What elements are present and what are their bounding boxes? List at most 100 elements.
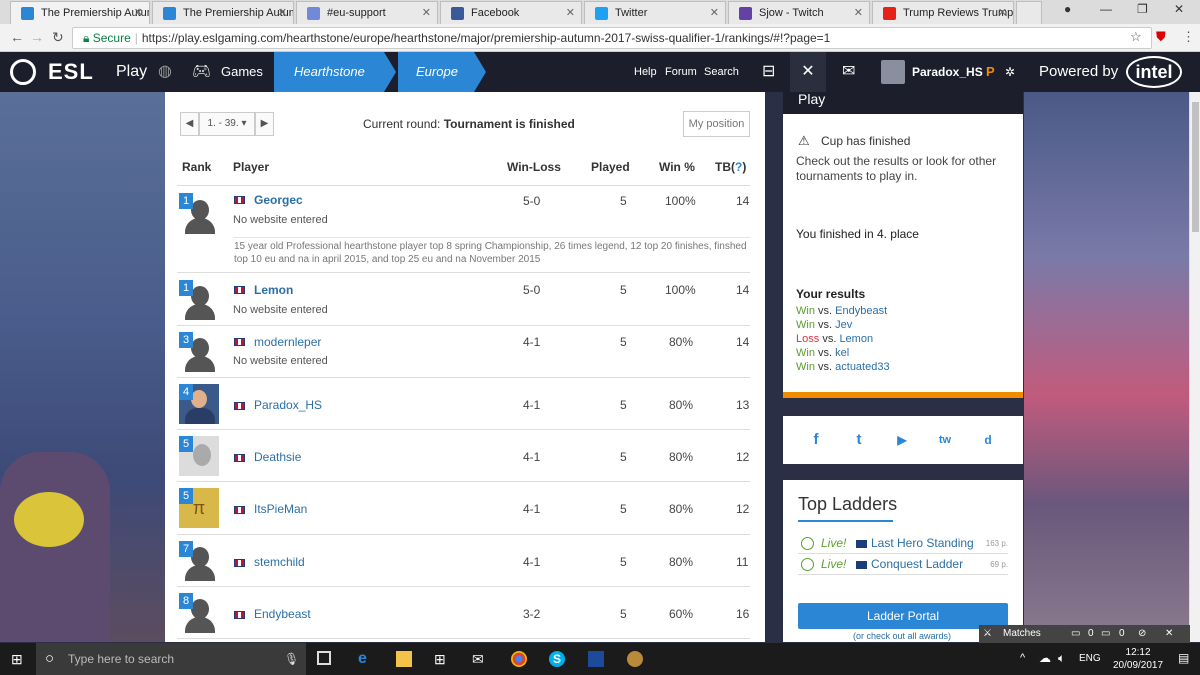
- menu-icon[interactable]: ⋮: [1182, 29, 1195, 45]
- username[interactable]: Paradox_HS: [912, 52, 983, 92]
- ladder-name-link[interactable]: Last Hero Standing: [871, 536, 974, 550]
- file-explorer-icon[interactable]: [396, 651, 412, 667]
- profile-icon[interactable]: ●: [1064, 2, 1071, 16]
- youtube-icon[interactable]: ▶: [893, 431, 911, 449]
- clock[interactable]: 12:12 20/09/2017: [1113, 646, 1163, 672]
- maximize-icon[interactable]: ❐: [1137, 2, 1148, 16]
- edge-icon[interactable]: e: [358, 651, 374, 667]
- microphone-icon[interactable]: 🎙︎: [284, 643, 299, 675]
- search-link[interactable]: Search: [704, 52, 739, 92]
- player-name-link[interactable]: stemchild: [254, 555, 305, 569]
- browser-tab[interactable]: Twitter ✕: [584, 1, 726, 24]
- browser-tab[interactable]: Facebook ✕: [440, 1, 582, 24]
- my-position-button[interactable]: My position: [683, 111, 750, 137]
- close-tab-icon[interactable]: ✕: [854, 2, 863, 24]
- matches-label[interactable]: Matches: [1003, 625, 1041, 643]
- url-field[interactable]: 🔒︎ Secure | https://play.eslgaming.com/hea…: [72, 27, 1152, 49]
- all-awards-link[interactable]: (or check out all awards): [853, 631, 951, 641]
- close-tab-icon[interactable]: ✕: [422, 2, 431, 24]
- player-name-link[interactable]: Georgec: [254, 193, 303, 207]
- browser-tab[interactable]: The Premiership Autum ✕: [10, 1, 150, 24]
- esl-logo-text[interactable]: ESL: [48, 52, 94, 92]
- browser-tab[interactable]: The Premiership Autum ✕: [152, 1, 294, 24]
- ladder-portal-button[interactable]: Ladder Portal: [798, 603, 1008, 629]
- chat-icon[interactable]: ▭: [1071, 625, 1080, 643]
- action-center-icon[interactable]: ▤: [1178, 651, 1189, 665]
- settings-gear-icon[interactable]: ✲: [1005, 52, 1015, 92]
- result-item: Win vs. actuated33: [796, 360, 890, 374]
- task-view-icon[interactable]: [317, 651, 331, 665]
- facebook-icon[interactable]: f: [807, 431, 825, 449]
- chevron-up-icon[interactable]: ^: [1020, 652, 1025, 664]
- chrome-icon[interactable]: [511, 651, 527, 667]
- opponent-link[interactable]: actuated33: [835, 361, 889, 373]
- help-link[interactable]: Help: [634, 52, 657, 92]
- opponent-link[interactable]: Endybeast: [835, 305, 887, 317]
- esl-favicon-icon: [163, 7, 176, 20]
- onedrive-icon[interactable]: ☁: [1039, 651, 1051, 665]
- scroll-thumb[interactable]: [1192, 102, 1199, 232]
- taskbar-search-box[interactable]: ○ Type here to search 🎙︎: [36, 643, 306, 675]
- mail-icon[interactable]: ✉: [472, 651, 488, 667]
- pager-prev-button[interactable]: ◀: [180, 112, 199, 136]
- mute-icon[interactable]: ⊘: [1138, 625, 1146, 643]
- browser-tab[interactable]: Sjow - Twitch ✕: [728, 1, 870, 24]
- minimize-icon[interactable]: —: [1100, 2, 1112, 16]
- bracket-icon[interactable]: ⊟: [762, 52, 775, 92]
- language-indicator[interactable]: ENG: [1079, 653, 1101, 664]
- player-name-link[interactable]: Paradox_HS: [254, 398, 322, 412]
- close-tab-icon[interactable]: ✕: [278, 2, 287, 24]
- breadcrumb-hearthstone[interactable]: Hearthstone: [274, 52, 384, 92]
- swords-icon[interactable]: ✕: [790, 52, 826, 92]
- games-link[interactable]: Games: [221, 52, 263, 92]
- player-name-link[interactable]: Deathsie: [254, 450, 301, 464]
- play-label[interactable]: Play: [116, 52, 147, 92]
- opponent-link[interactable]: Jev: [835, 319, 852, 331]
- player-name-link[interactable]: modernleper: [254, 335, 321, 349]
- ladder-row[interactable]: Live! Conquest Ladder 69 p.: [798, 555, 1008, 575]
- app-icon[interactable]: [588, 651, 604, 667]
- extension-icon[interactable]: ⛊: [1156, 29, 1166, 45]
- globe-icon[interactable]: ◍: [158, 52, 172, 92]
- skype-icon[interactable]: S: [549, 651, 565, 667]
- close-widget-icon[interactable]: ✕: [1165, 625, 1173, 643]
- browser-tab[interactable]: #eu-support ✕: [296, 1, 438, 24]
- notification-icon[interactable]: ▭: [1101, 625, 1110, 643]
- forward-icon[interactable]: →: [30, 29, 44, 45]
- close-window-icon[interactable]: ✕: [1174, 2, 1184, 16]
- store-icon[interactable]: ⊞: [434, 651, 450, 667]
- close-tab-icon[interactable]: ✕: [566, 2, 575, 24]
- mail-icon[interactable]: ✉: [842, 52, 855, 92]
- close-tab-icon[interactable]: ✕: [134, 2, 143, 24]
- user-avatar[interactable]: [881, 60, 905, 84]
- opponent-link[interactable]: kel: [835, 347, 849, 359]
- new-tab-button[interactable]: [1016, 1, 1042, 24]
- opponent-link[interactable]: Lemon: [839, 333, 873, 345]
- close-tab-icon[interactable]: ✕: [998, 2, 1007, 24]
- volume-icon[interactable]: 🔈︎: [1058, 651, 1065, 666]
- pager-next-button[interactable]: ▶: [255, 112, 274, 136]
- ladder-name-link[interactable]: Conquest Ladder: [871, 557, 963, 571]
- player-name-link[interactable]: Lemon: [254, 283, 293, 297]
- close-tab-icon[interactable]: ✕: [710, 2, 719, 24]
- twitch-icon[interactable]: tw: [936, 431, 954, 449]
- breadcrumb-europe[interactable]: Europe: [398, 52, 474, 92]
- forum-link[interactable]: Forum: [665, 52, 697, 92]
- win-loss-value: 3-2: [523, 607, 541, 621]
- player-name-link[interactable]: ItsPieMan: [254, 502, 307, 516]
- windows-start-icon[interactable]: ⊞: [11, 651, 23, 668]
- esl-logo-icon[interactable]: [10, 52, 40, 92]
- browser-tab[interactable]: Trump Reviews Trump ✕: [872, 1, 1014, 24]
- ladder-row[interactable]: Live! Last Hero Standing 163 p.: [798, 534, 1008, 554]
- back-icon[interactable]: ←: [10, 29, 24, 45]
- discord-icon[interactable]: d: [979, 431, 997, 449]
- reload-icon[interactable]: ↻: [52, 29, 64, 46]
- pager-range-select[interactable]: 1. - 39. ▾: [199, 112, 255, 136]
- player-name-link[interactable]: Endybeast: [254, 607, 311, 621]
- page-scrollbar[interactable]: [1189, 92, 1200, 642]
- hearthstone-icon[interactable]: [627, 651, 643, 667]
- rank-badge: 7: [179, 541, 193, 557]
- twitter-icon[interactable]: t: [850, 431, 868, 449]
- swords-icon[interactable]: ⚔: [983, 625, 992, 643]
- bookmark-star-icon[interactable]: ☆: [1130, 29, 1142, 45]
